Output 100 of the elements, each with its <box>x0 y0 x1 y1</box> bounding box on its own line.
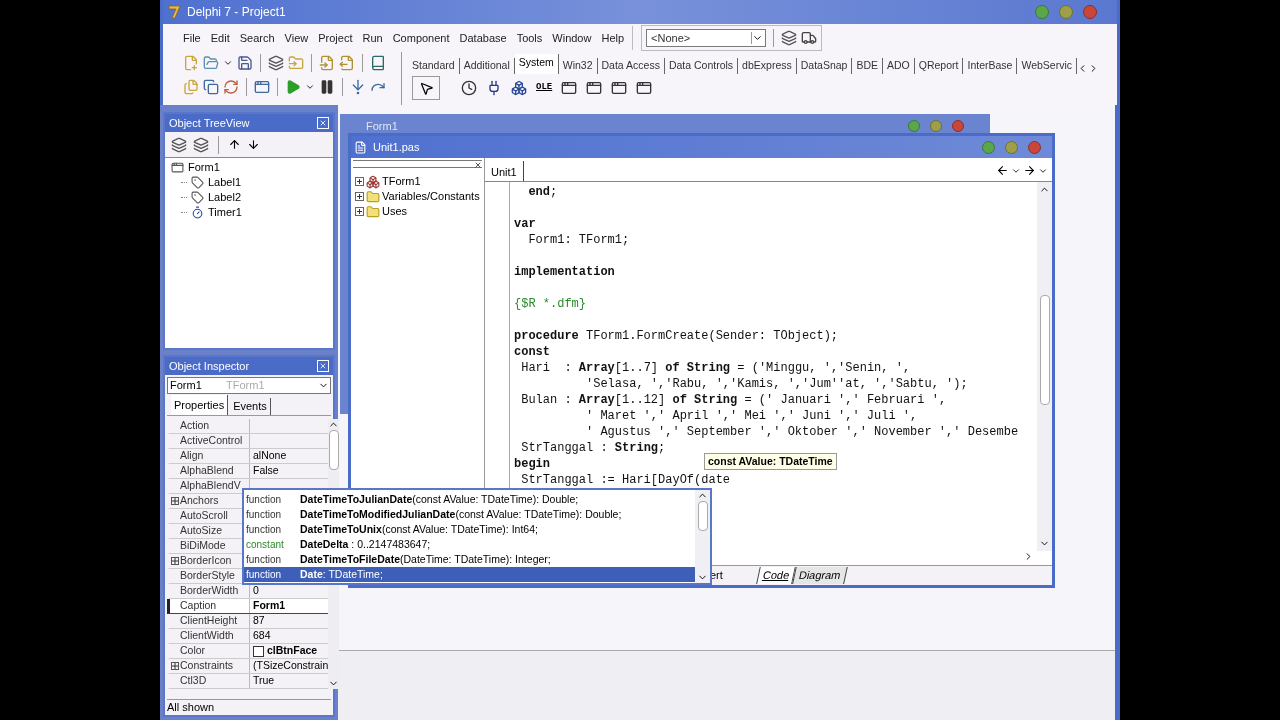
completion-item[interactable]: constant DateDelta : 0..2147483647; <box>244 537 695 552</box>
pointer-button[interactable] <box>412 76 440 100</box>
expand-icon[interactable] <box>171 662 179 670</box>
palette-tab[interactable]: ADO <box>883 58 915 74</box>
completion-item[interactable]: function DateTimeToFileDate(DateTime: TDateTime): Integer; <box>244 552 695 567</box>
stack-icon[interactable] <box>171 136 187 153</box>
stack-icon[interactable] <box>781 30 798 46</box>
property-row[interactable]: Align alNone <box>167 449 329 464</box>
menu-item[interactable]: Search <box>239 29 275 47</box>
inspector-tab[interactable]: Events <box>230 398 271 415</box>
clock-icon[interactable] <box>461 80 477 96</box>
window-icon[interactable] <box>586 80 603 96</box>
palette-tab[interactable]: Data Controls <box>664 58 739 74</box>
scroll-thumb[interactable] <box>697 501 708 531</box>
tree-item[interactable]: Uses <box>382 203 408 220</box>
tree-item[interactable]: Variables/Constants <box>382 188 480 205</box>
step-icon[interactable] <box>350 79 366 95</box>
property-row[interactable]: Action <box>167 419 329 434</box>
completion-item[interactable]: function Date: TDateTime; <box>244 567 695 582</box>
menu-item[interactable]: Database <box>459 29 507 47</box>
menu-item[interactable]: Component <box>392 29 450 47</box>
scroll-thumb[interactable] <box>1039 295 1050 405</box>
palette-tab[interactable]: System <box>514 54 559 74</box>
stack-icon[interactable] <box>193 136 209 153</box>
folder-icon <box>366 189 380 204</box>
completion-item[interactable]: function DateTimeToModifiedJulianDate(const AValue: TDateTime): Double; <box>244 507 695 522</box>
tree-item[interactable]: Label2 <box>208 189 242 206</box>
boxes-icon[interactable] <box>511 80 527 96</box>
palette-tab[interactable]: InterBase <box>963 58 1018 74</box>
window-icon[interactable] <box>254 79 270 95</box>
down-arrow-icon[interactable] <box>247 138 260 151</box>
refresh-icon[interactable] <box>223 79 239 95</box>
menu-item[interactable]: Project <box>318 29 353 47</box>
palette-tab[interactable]: BDE <box>852 58 883 74</box>
scroll-thumb[interactable] <box>328 430 339 470</box>
tree-item[interactable]: TForm1 <box>382 173 421 190</box>
menu-item[interactable]: View <box>284 29 309 47</box>
expand-icon[interactable] <box>171 497 179 505</box>
scrollbar[interactable] <box>695 490 710 583</box>
property-row[interactable]: ClientHeight 87 <box>167 614 329 629</box>
up-arrow-icon[interactable] <box>228 138 241 151</box>
window-icon[interactable] <box>611 80 628 96</box>
palette-tab[interactable]: DataSnap <box>796 58 853 74</box>
expand-icon[interactable] <box>355 207 364 216</box>
property-row[interactable]: Caption Form1 <box>167 599 329 614</box>
property-row[interactable]: AlphaBlend False <box>167 464 329 479</box>
palette-tab[interactable]: Additional <box>459 58 515 74</box>
menu-item[interactable]: Edit <box>210 29 230 47</box>
save-icon[interactable] <box>237 55 253 71</box>
expand-icon[interactable] <box>171 557 179 565</box>
folder-icon[interactable] <box>203 55 219 71</box>
menu-item[interactable]: File <box>183 29 201 47</box>
caret-icon[interactable] <box>751 32 764 44</box>
menu-item[interactable]: Run <box>362 29 383 47</box>
tree-item[interactable]: Timer1 <box>208 204 242 221</box>
stack-icon[interactable] <box>268 55 284 71</box>
palette-tab[interactable]: dbExpress <box>738 58 797 74</box>
pointer-icon[interactable] <box>418 80 434 96</box>
play-icon[interactable] <box>285 79 301 95</box>
tree-item[interactable]: Form1 <box>188 159 220 176</box>
caret-icon[interactable] <box>305 82 315 92</box>
menu-item[interactable]: Tools <box>516 29 543 47</box>
menu-item[interactable]: Help <box>601 29 625 47</box>
property-row[interactable]: ActiveControl <box>167 434 329 449</box>
expand-icon[interactable] <box>355 177 364 186</box>
palette-tab[interactable]: Standard <box>408 58 460 74</box>
completion-item[interactable]: function DateTimeToUnix(const AValue: TDateTime): Int64; <box>244 522 695 537</box>
back-arrow-icon[interactable] <box>996 164 1009 177</box>
close-icon[interactable] <box>474 161 482 169</box>
forward-arrow-icon[interactable] <box>1023 164 1036 177</box>
inspector-tab[interactable]: Properties <box>171 395 229 415</box>
scrollbar[interactable] <box>1037 182 1052 551</box>
property-row[interactable]: ClientWidth 684 <box>167 629 329 644</box>
code-line: StrTanggal : String; <box>520 440 666 457</box>
property-row[interactable]: Color clBtnFace <box>167 644 329 659</box>
completion-item[interactable]: function DateTimeToJulianDate(const AValue: TDateTime): Double; <box>244 492 695 507</box>
object-selector[interactable]: Form1 TForm1 <box>167 377 331 394</box>
expand-icon[interactable] <box>355 192 364 201</box>
window-icon[interactable] <box>561 80 578 96</box>
window-icon[interactable] <box>636 80 653 96</box>
copy-icon[interactable] <box>203 79 219 95</box>
view-tab[interactable]: Diagram <box>792 567 848 584</box>
file-import-icon[interactable] <box>319 55 335 71</box>
palette-tab[interactable]: WebServic <box>1017 58 1077 74</box>
property-row[interactable]: Constraints (TSizeConstrain <box>167 659 329 674</box>
ole-label[interactable]: OLE <box>536 81 553 95</box>
combo-box[interactable]: <None> <box>646 29 767 47</box>
palette-tab[interactable]: Win32 <box>558 58 598 74</box>
view-tab[interactable]: Code <box>756 567 797 584</box>
palette-tab[interactable]: Data Access <box>597 58 665 74</box>
palette-tab[interactable]: QReport <box>914 58 964 74</box>
truck-icon[interactable] <box>801 30 818 46</box>
tree-item[interactable]: Label1 <box>208 174 242 191</box>
menu-item[interactable]: Window <box>552 29 592 47</box>
caret-icon[interactable] <box>223 58 233 68</box>
file-export-icon[interactable] <box>339 55 355 71</box>
plug-icon[interactable] <box>486 80 502 96</box>
property-row[interactable]: Ctl3D True <box>167 674 329 689</box>
book-icon[interactable] <box>370 55 386 71</box>
pause-icon[interactable] <box>319 79 335 95</box>
